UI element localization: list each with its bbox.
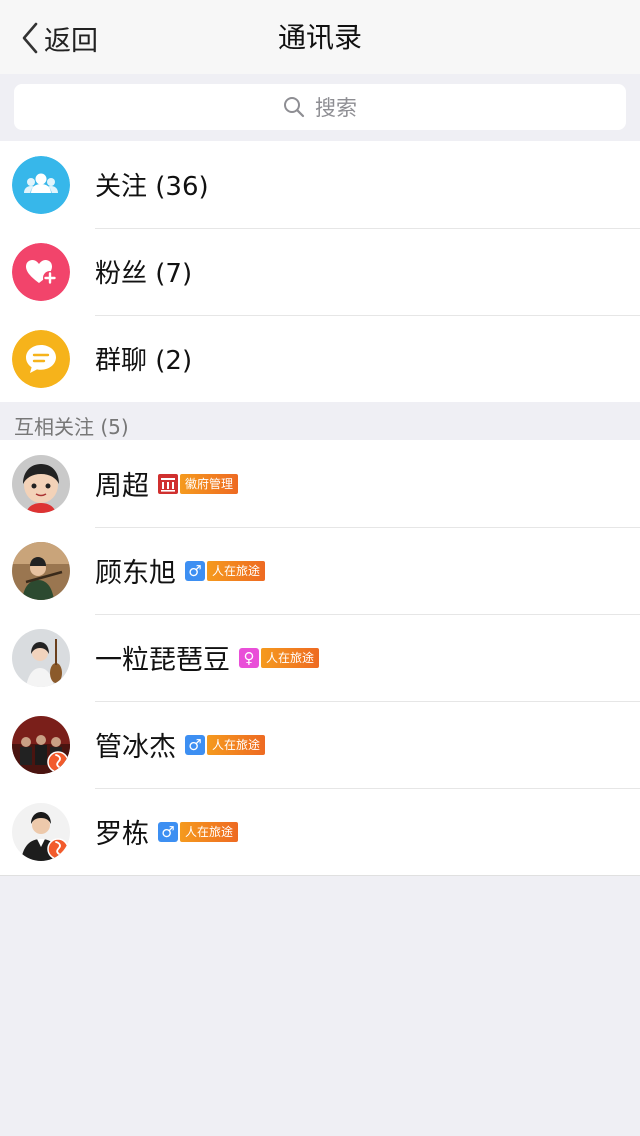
contact-name: 管冰杰 bbox=[95, 732, 176, 763]
search-placeholder: 搜索 bbox=[315, 96, 357, 120]
following-label: 关注 (36) bbox=[95, 172, 209, 202]
search-input[interactable]: 搜索 bbox=[14, 84, 626, 130]
fans-row[interactable]: 粉丝 (7) bbox=[0, 228, 640, 315]
group-icon bbox=[12, 155, 70, 214]
contact-name: 顾东旭 bbox=[95, 558, 176, 589]
male-icon: ♂ bbox=[185, 560, 205, 581]
avatar bbox=[12, 715, 70, 774]
government-icon bbox=[158, 473, 178, 494]
contact-row[interactable]: 管冰杰 ♂ 人在旅途 bbox=[0, 701, 640, 788]
heart-plus-icon bbox=[12, 242, 70, 301]
status-badge: 人在旅途 bbox=[207, 560, 266, 581]
navigation-bar: 返回 通讯录 bbox=[0, 0, 640, 74]
status-badge: 人在旅途 bbox=[261, 647, 320, 668]
contact-name: 一粒琵琶豆 bbox=[95, 645, 230, 676]
male-icon: ♂ bbox=[158, 821, 178, 842]
section-header: 互相关注 (5) bbox=[0, 402, 640, 440]
fans-label: 粉丝 (7) bbox=[95, 259, 193, 289]
avatar bbox=[12, 802, 70, 861]
status-badge: 人在旅途 bbox=[180, 821, 239, 842]
group-chat-row[interactable]: 群聊 (2) bbox=[0, 315, 640, 402]
contact-menu: 关注 (36) 粉丝 (7) 群聊 (2) bbox=[0, 141, 640, 402]
contact-row[interactable]: 顾东旭 ♂ 人在旅途 bbox=[0, 527, 640, 614]
status-badge: 徽府管理 bbox=[180, 473, 239, 494]
avatar bbox=[12, 454, 70, 513]
contact-row[interactable]: 一粒琵琶豆 ♀ 人在旅途 bbox=[0, 614, 640, 701]
group-chat-label: 群聊 (2) bbox=[95, 346, 193, 376]
avatar bbox=[12, 541, 70, 600]
chat-bubble-icon bbox=[12, 329, 70, 388]
contact-name: 罗栋 bbox=[95, 819, 149, 850]
contact-name: 周超 bbox=[95, 471, 149, 502]
search-icon bbox=[284, 97, 305, 118]
contact-row[interactable]: 周超 徽府管理 bbox=[0, 440, 640, 527]
male-icon: ♂ bbox=[185, 734, 205, 755]
contact-row[interactable]: 罗栋 ♂ 人在旅途 bbox=[0, 788, 640, 875]
following-row[interactable]: 关注 (36) bbox=[0, 141, 640, 228]
female-icon: ♀ bbox=[239, 647, 259, 668]
status-badge: 人在旅途 bbox=[207, 734, 266, 755]
search-bar: 搜索 bbox=[0, 74, 640, 140]
section-title: 互相关注 (5) bbox=[14, 415, 129, 439]
avatar bbox=[12, 628, 70, 687]
page-title: 通讯录 bbox=[277, 21, 362, 54]
contact-list: 周超 徽府管理 顾东旭 ♂ 人在旅途 一粒琵琶豆 ♀ 人在旅途 管冰杰 ♂ 人在… bbox=[0, 440, 640, 876]
